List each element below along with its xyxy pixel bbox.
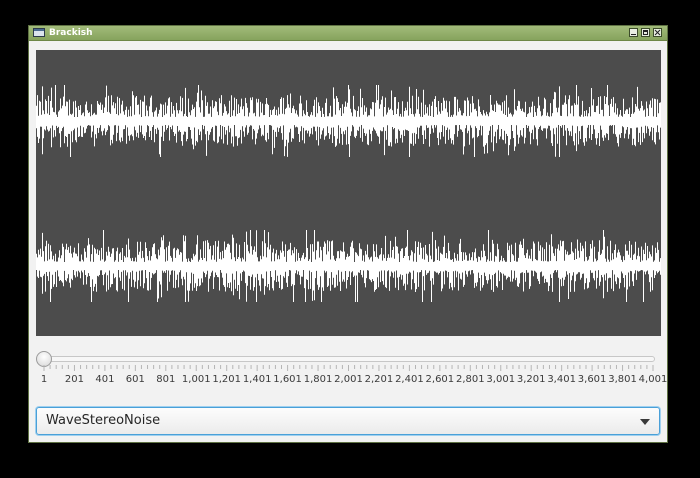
slider-tick-label: 401 <box>95 374 115 385</box>
slider-tick-label: 1,801 <box>303 374 333 385</box>
slider-tick-label: 801 <box>156 374 176 385</box>
source-select-value: WaveStereoNoise <box>46 413 161 428</box>
slider-tick-label: 2,201 <box>364 374 394 385</box>
slider-tick-label: 2,601 <box>425 374 455 385</box>
window-title: Brackish <box>49 28 93 38</box>
slider-tick-label: 3,401 <box>547 374 576 385</box>
slider-tick-label: 1,401 <box>242 374 272 385</box>
waveform-channel-right <box>36 230 661 302</box>
slider-tick-label: 1 <box>40 374 48 385</box>
slider-tick-label: 3,801 <box>608 374 637 385</box>
maximize-button[interactable] <box>641 28 650 37</box>
slider-tick-label: 1,201 <box>212 374 242 385</box>
slider-tick-label: 3,201 <box>516 374 546 385</box>
slider-tick-label: 2,401 <box>395 374 424 385</box>
slider-tick-label: 3,601 <box>577 374 607 385</box>
slider-tick-label: 4,001 <box>638 374 668 385</box>
close-button[interactable] <box>653 28 662 37</box>
slider-tick-marks <box>43 365 654 371</box>
position-slider-track[interactable] <box>40 356 655 362</box>
slider-tick-label: 1,001 <box>181 374 211 385</box>
slider-tick-label: 2,001 <box>334 374 363 385</box>
slider-tick-label: 201 <box>64 374 84 385</box>
chevron-down-icon[interactable] <box>640 419 650 425</box>
waveform-channel-left <box>36 85 661 157</box>
app-window: Brackish 1 201 401 601 801 1,001 1,201 1,401 1,6… <box>28 25 668 443</box>
waveform-canvas <box>36 85 661 302</box>
slider-tick-label: 601 <box>125 374 145 385</box>
waveform-display <box>36 50 661 336</box>
slider-tick-label: 1,601 <box>273 374 302 385</box>
source-select[interactable]: WaveStereoNoise <box>36 407 660 435</box>
title-bar[interactable]: Brackish <box>29 26 667 41</box>
slider-tick-label: 3,001 <box>486 374 516 385</box>
minimize-button[interactable] <box>629 28 638 37</box>
app-window-icon <box>33 28 45 37</box>
slider-tick-label: 2,801 <box>455 374 485 385</box>
